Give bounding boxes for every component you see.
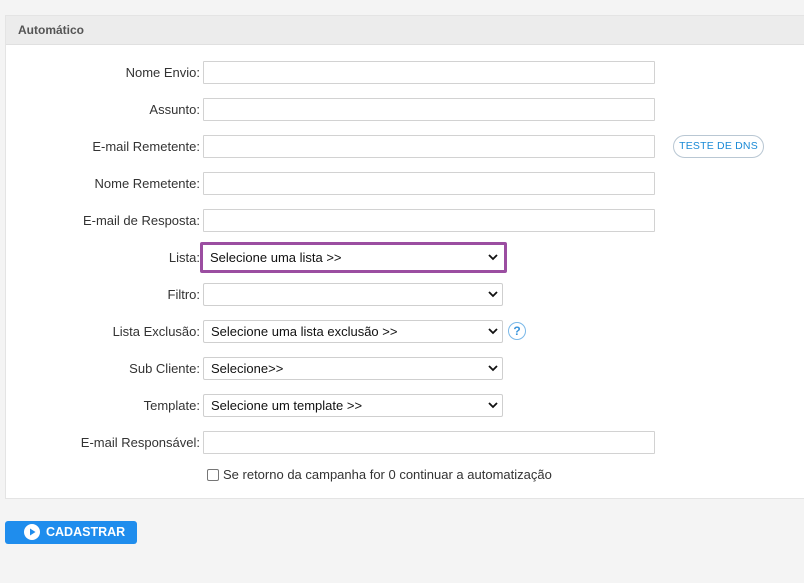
nome-remetente-input[interactable] [203, 172, 655, 195]
email-resposta-row: E-mail de Resposta: [0, 209, 200, 233]
email-responsavel-row: E-mail Responsável: [0, 431, 200, 455]
email-remetente-input[interactable] [203, 135, 655, 158]
chevron-down-icon [488, 291, 498, 298]
continuar-checkbox[interactable] [207, 469, 219, 481]
assunto-row: Assunto: [0, 98, 200, 122]
cadastrar-button[interactable]: CADASTRAR [5, 521, 137, 544]
email-responsavel-input[interactable] [203, 431, 655, 454]
assunto-input[interactable] [203, 98, 655, 121]
cadastrar-label: CADASTRAR [46, 525, 126, 539]
lista-row: Lista: [0, 246, 200, 270]
filtro-select[interactable] [203, 283, 503, 306]
panel-title: Automático [6, 16, 804, 45]
chevron-down-icon [488, 365, 498, 372]
email-resposta-label: E-mail de Resposta: [82, 213, 200, 228]
nome-remetente-row: Nome Remetente: [0, 172, 201, 196]
chevron-down-icon [488, 328, 498, 335]
filtro-label: Filtro: [167, 287, 201, 302]
lista-select[interactable]: Selecione uma lista >> [200, 242, 507, 273]
email-remetente-label: E-mail Remetente: [92, 139, 200, 154]
sub-cliente-row: Sub Cliente: [0, 357, 200, 381]
question-circle-icon[interactable]: ? [508, 322, 526, 340]
lista-exclusao-select-value: Selecione uma lista exclusão >> [211, 324, 398, 339]
nome-envio-row: Nome Envio: [0, 61, 200, 85]
email-responsavel-label: E-mail Responsável: [80, 435, 200, 450]
sub-cliente-select[interactable]: Selecione>> [203, 357, 503, 380]
chevron-down-icon [488, 402, 498, 409]
email-remetente-row: E-mail Remetente: [0, 135, 200, 159]
assunto-label: Assunto: [149, 102, 200, 117]
lista-select-value: Selecione uma lista >> [210, 250, 342, 265]
template-select[interactable]: Selecione um template >> [203, 394, 503, 417]
play-circle-icon [24, 524, 40, 540]
teste-dns-button[interactable]: TESTE DE DNS [673, 135, 764, 158]
template-row: Template: [0, 394, 200, 418]
lista-exclusao-label: Lista Exclusão: [112, 324, 200, 339]
lista-exclusao-row: Lista Exclusão: [0, 320, 200, 344]
template-label: Template: [143, 398, 200, 413]
sub-cliente-label: Sub Cliente: [129, 361, 200, 376]
continuar-checkbox-label: Se retorno da campanha for 0 continuar a… [223, 467, 552, 482]
chevron-down-icon [488, 254, 498, 261]
sub-cliente-select-value: Selecione>> [211, 361, 284, 376]
continuar-option: Se retorno da campanha for 0 continuar a… [207, 467, 552, 483]
nome-envio-input[interactable] [203, 61, 655, 84]
lista-exclusao-select[interactable]: Selecione uma lista exclusão >> [203, 320, 503, 343]
nome-envio-label: Nome Envio: [125, 65, 200, 80]
lista-label: Lista: [168, 250, 200, 265]
nome-remetente-label: Nome Remetente: [94, 176, 201, 191]
email-resposta-input[interactable] [203, 209, 655, 232]
template-select-value: Selecione um template >> [211, 398, 363, 413]
filtro-row: Filtro: [0, 283, 201, 307]
